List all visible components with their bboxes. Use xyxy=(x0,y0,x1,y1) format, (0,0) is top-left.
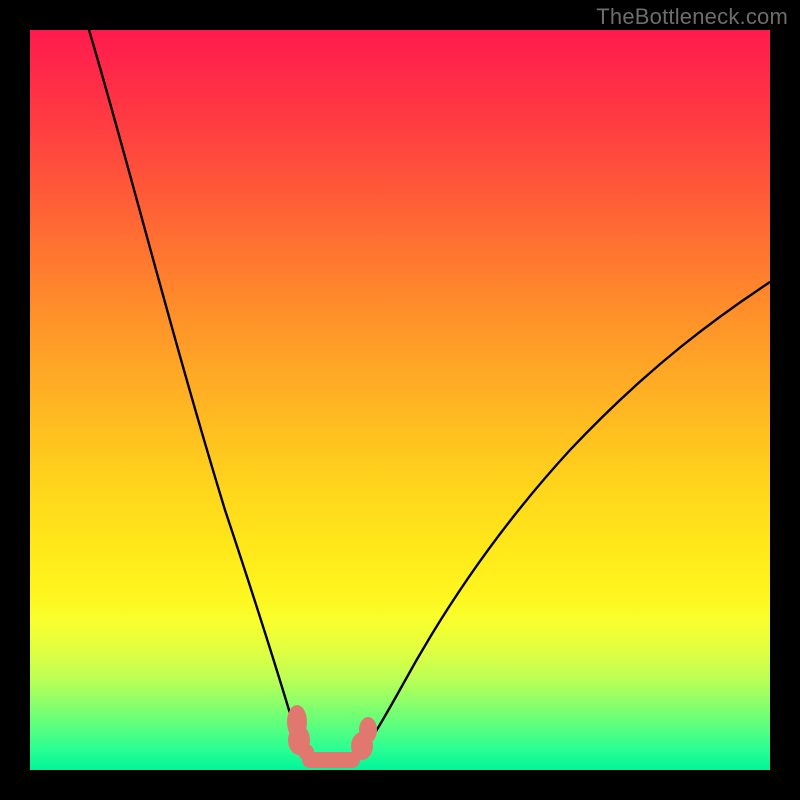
curve-right-branch xyxy=(360,282,770,756)
plot-area xyxy=(30,30,770,770)
curve-left-branch xyxy=(89,30,308,756)
chart-svg xyxy=(30,30,770,770)
watermark-text: TheBottleneck.com xyxy=(596,4,788,30)
trough-mask-group xyxy=(287,705,377,768)
chart-frame: TheBottleneck.com xyxy=(0,0,800,800)
